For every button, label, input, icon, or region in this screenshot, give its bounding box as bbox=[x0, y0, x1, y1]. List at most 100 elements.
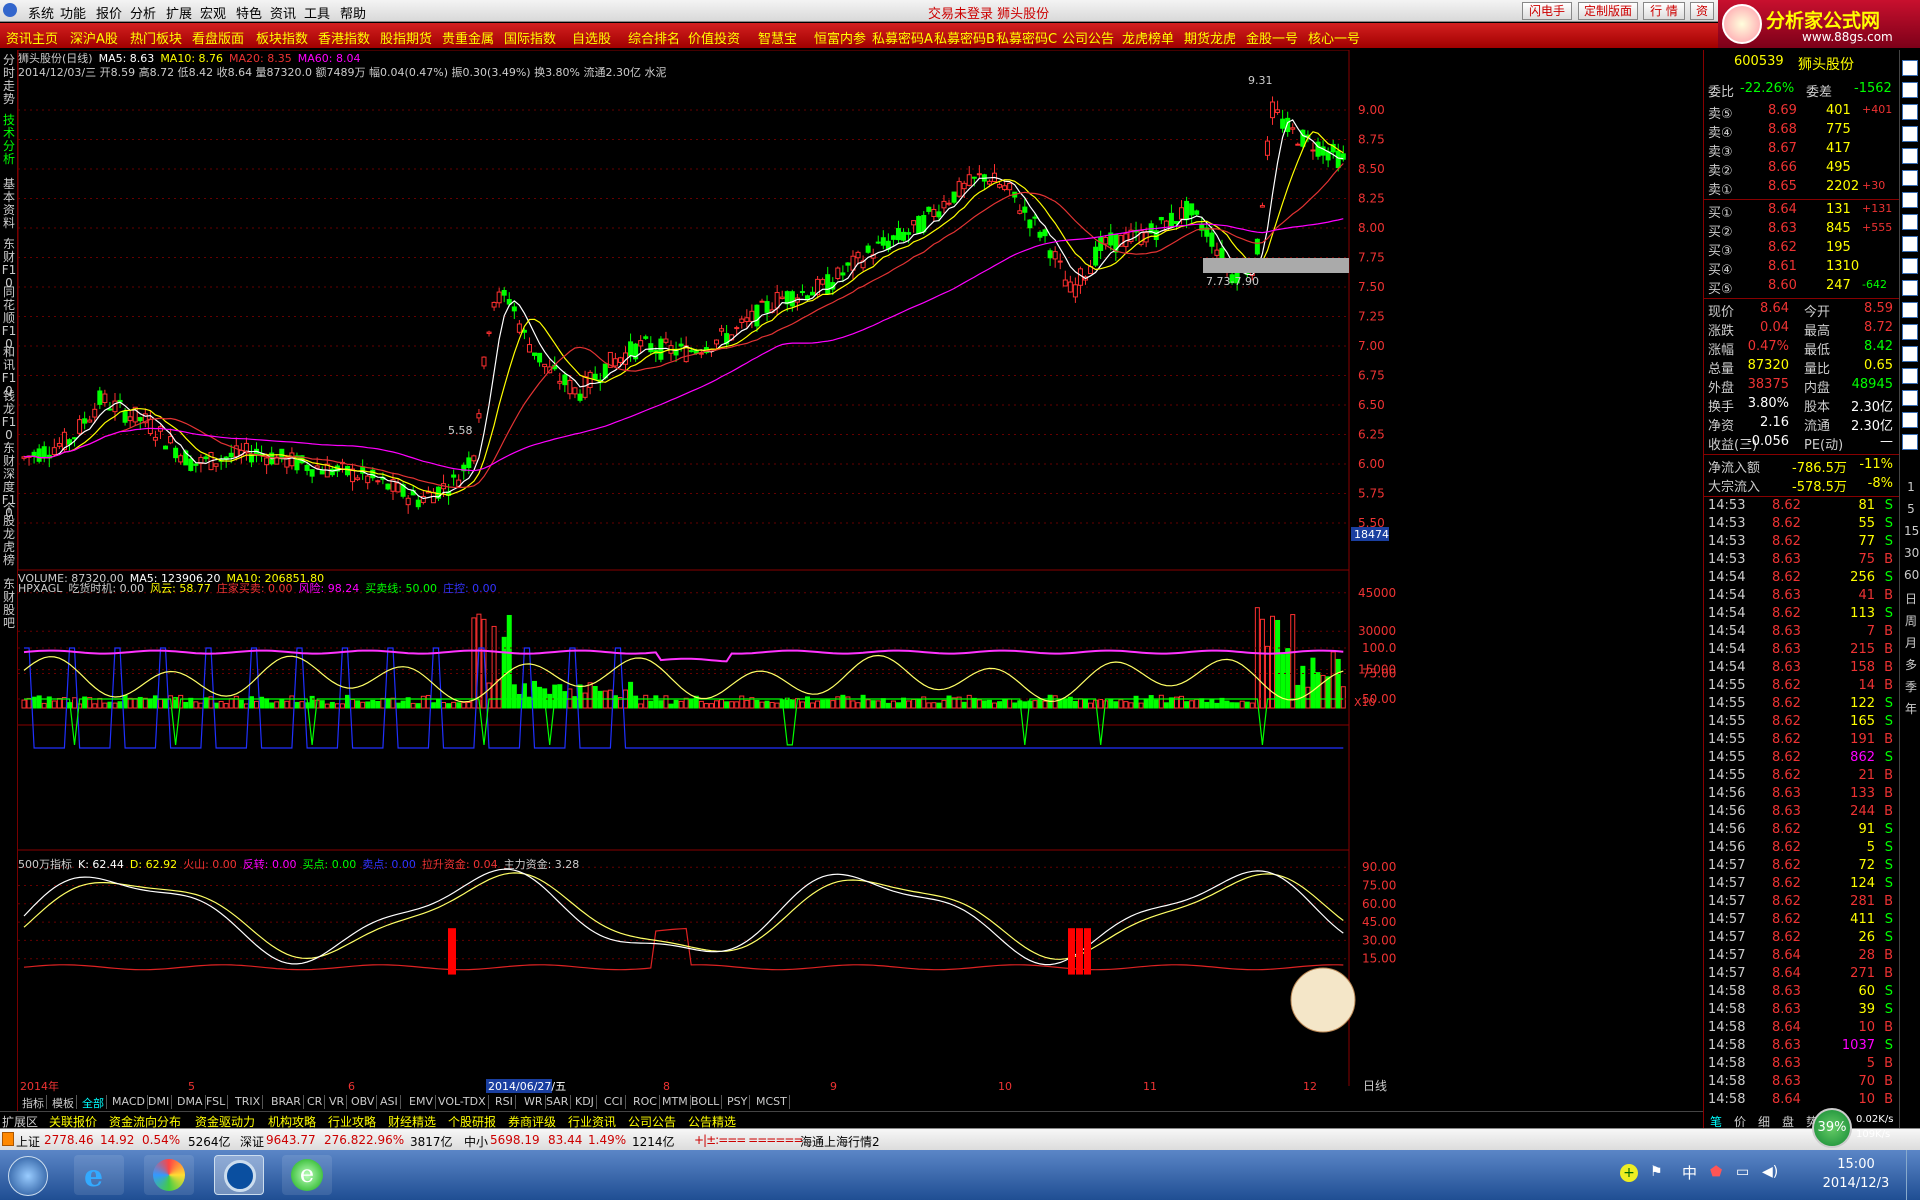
chart-icon[interactable] bbox=[1902, 60, 1918, 76]
left-tab[interactable]: 基本资料 bbox=[1, 178, 17, 230]
nav-item[interactable]: 金股一号 bbox=[1246, 28, 1298, 47]
indicator-tab[interactable]: CCI bbox=[602, 1095, 626, 1109]
period-button[interactable]: 月 bbox=[1904, 634, 1918, 651]
indicator-tab[interactable]: DMA bbox=[175, 1095, 206, 1109]
chart-line-icon[interactable] bbox=[1902, 104, 1918, 120]
nav-item[interactable]: 私募密码C bbox=[996, 28, 1057, 47]
bar-icon[interactable] bbox=[1902, 126, 1918, 142]
start-icon[interactable] bbox=[8, 1156, 48, 1196]
plus-tray-icon[interactable]: + bbox=[1620, 1164, 1638, 1182]
rsi-icon[interactable] bbox=[1902, 346, 1918, 362]
table-icon[interactable] bbox=[1902, 170, 1918, 186]
ime-indicator[interactable]: 中 bbox=[1682, 1162, 1697, 1183]
menu-item[interactable]: 工具 bbox=[304, 3, 330, 22]
period-button[interactable]: 15 bbox=[1904, 524, 1919, 538]
quote-button[interactable]: 行 情 bbox=[1643, 2, 1685, 20]
left-tab[interactable]: 同花顺F10 bbox=[1, 286, 17, 351]
nav-item[interactable]: 股指期货 bbox=[380, 28, 432, 47]
nav-item[interactable]: 智慧宝 bbox=[758, 28, 797, 47]
indicator-tab[interactable]: MTM bbox=[660, 1095, 691, 1109]
sell-row[interactable]: 卖① 8.65 2202 +30 bbox=[1708, 178, 1897, 198]
indicator-tab[interactable]: OBV bbox=[349, 1095, 378, 1109]
period-button[interactable]: 1 bbox=[1904, 480, 1918, 494]
menu-item[interactable]: 功能 bbox=[60, 3, 86, 22]
sell-row[interactable]: 卖⑤ 8.69 401 +401 bbox=[1708, 102, 1897, 122]
nav-item[interactable]: 贵重金属 bbox=[442, 28, 494, 47]
doc-icon[interactable] bbox=[1902, 148, 1918, 164]
indicator-tab[interactable]: MACD bbox=[110, 1095, 148, 1109]
nav-item[interactable]: 深沪A股 bbox=[70, 28, 118, 47]
nav-item[interactable]: 核心一号 bbox=[1308, 28, 1360, 47]
pen-icon[interactable] bbox=[1902, 412, 1918, 428]
period-button[interactable]: 年 bbox=[1904, 700, 1918, 717]
nav-item[interactable]: 价值投资 bbox=[688, 28, 740, 47]
indicator-tab[interactable]: WR bbox=[522, 1095, 546, 1109]
settings-icon[interactable] bbox=[1902, 390, 1918, 406]
period-label[interactable]: 日线 bbox=[1363, 1079, 1387, 1093]
left-tab[interactable]: 个股龙虎榜 bbox=[1, 502, 17, 567]
left-tab[interactable]: 东财股吧 bbox=[1, 578, 17, 630]
period-button[interactable]: 季 bbox=[1904, 678, 1918, 695]
indicator-tab[interactable]: FSL bbox=[204, 1095, 229, 1109]
nav-item[interactable]: 资讯主页 bbox=[6, 28, 58, 47]
menu-item[interactable]: 报价 bbox=[96, 3, 122, 22]
clock-time[interactable]: 15:00 bbox=[1818, 1157, 1894, 1172]
indicator-tab[interactable]: ROC bbox=[631, 1095, 660, 1109]
indicator-tab[interactable]: CR bbox=[305, 1095, 326, 1109]
left-tab[interactable]: 东财F10 bbox=[1, 238, 17, 290]
indicator-tab[interactable]: SAR bbox=[544, 1095, 572, 1109]
chart-area[interactable]: 9.00 8.75 8.50 8.25 8.00 7.75 7.50 7.25 7.00 6.75… bbox=[18, 50, 1703, 1094]
volume-tray-icon[interactable]: ◀) bbox=[1762, 1164, 1778, 1180]
info-button[interactable]: 资 bbox=[1690, 2, 1714, 20]
nav-item[interactable]: 看盘版面 bbox=[192, 28, 244, 47]
move-icon[interactable] bbox=[1902, 368, 1918, 384]
news-text[interactable]: 海通上海行情2 bbox=[800, 1133, 880, 1150]
menu-item[interactable]: 宏观 bbox=[200, 3, 226, 22]
indicator-tab[interactable]: EMV bbox=[407, 1095, 436, 1109]
stock-app-icon[interactable] bbox=[214, 1155, 264, 1195]
candle-icon[interactable] bbox=[1902, 82, 1918, 98]
nav-item[interactable]: 龙虎榜单 bbox=[1122, 28, 1174, 47]
nav-item[interactable]: 综合排名 bbox=[628, 28, 680, 47]
info-icon[interactable] bbox=[1902, 258, 1918, 274]
nav-item[interactable]: 板块指数 bbox=[256, 28, 308, 47]
nav-item[interactable]: 热门板块 bbox=[130, 28, 182, 47]
nav-item[interactable]: 香港指数 bbox=[318, 28, 370, 47]
nav-item[interactable]: 自选股 bbox=[572, 28, 611, 47]
nav-item[interactable]: 私募密码A bbox=[872, 28, 933, 47]
indicator-tab[interactable]: KDJ bbox=[573, 1095, 597, 1109]
custom-layout-button[interactable]: 定制版面 bbox=[1578, 2, 1638, 20]
indicator-tab[interactable]: 指标 bbox=[20, 1095, 47, 1110]
browser-icon[interactable]: e bbox=[282, 1155, 332, 1195]
f10-icon[interactable] bbox=[1902, 236, 1918, 252]
app-icon[interactable] bbox=[3, 3, 17, 17]
menu-item[interactable]: 资讯 bbox=[270, 3, 296, 22]
sell-row[interactable]: 卖④ 8.68 775 bbox=[1708, 121, 1897, 141]
indicator-tab[interactable]: 全部 bbox=[80, 1095, 107, 1110]
indicator-tab[interactable]: 模板 bbox=[50, 1095, 77, 1110]
menu-item[interactable]: 特色 bbox=[236, 3, 262, 22]
period-button[interactable]: 周 bbox=[1904, 612, 1918, 629]
draw-icon[interactable] bbox=[1902, 280, 1918, 296]
nav-item[interactable]: 私募密码B bbox=[934, 28, 995, 47]
sell-row[interactable]: 卖③ 8.67 417 bbox=[1708, 140, 1897, 160]
menu-item[interactable]: 分析 bbox=[130, 3, 156, 22]
left-tab[interactable]: 技术分析 bbox=[1, 114, 17, 166]
menu-item[interactable]: 帮助 bbox=[340, 3, 366, 22]
period-button[interactable]: 日 bbox=[1904, 590, 1918, 607]
f5-icon[interactable] bbox=[1902, 434, 1918, 450]
flag-tray-icon[interactable]: ⚑ bbox=[1650, 1164, 1663, 1180]
f2-icon[interactable] bbox=[1902, 324, 1918, 340]
indicator-tab[interactable]: BRAR bbox=[269, 1095, 304, 1109]
indicator-tab[interactable]: VOL-TDX bbox=[436, 1095, 489, 1109]
indicator-tab[interactable]: BOLL bbox=[689, 1095, 723, 1109]
palette-icon[interactable] bbox=[144, 1155, 194, 1195]
grid-icon[interactable] bbox=[1902, 192, 1918, 208]
period-button[interactable]: 5 bbox=[1904, 502, 1918, 516]
buy-row[interactable]: 买③ 8.62 195 bbox=[1708, 239, 1897, 259]
sell-row[interactable]: 卖② 8.66 495 bbox=[1708, 159, 1897, 179]
period-button[interactable]: 60 bbox=[1904, 568, 1919, 582]
nav-item[interactable]: 期货龙虎 bbox=[1184, 28, 1236, 47]
buy-row[interactable]: 买⑤ 8.60 247 -642 bbox=[1708, 277, 1897, 297]
menu-item[interactable]: 扩展 bbox=[166, 3, 192, 22]
